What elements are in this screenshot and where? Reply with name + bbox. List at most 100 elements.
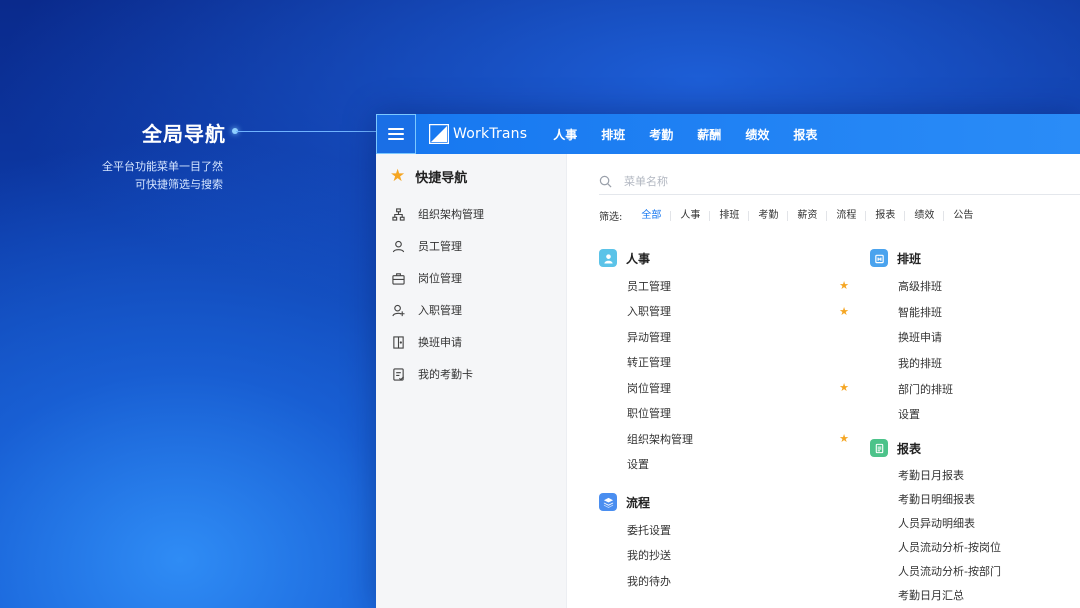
card-icon [393, 367, 405, 381]
report-doc-icon [870, 439, 888, 458]
menu-item-label: 转正管理 [627, 356, 671, 370]
sidebar-item-position[interactable]: 岗位管理 [376, 262, 566, 294]
filter-hr[interactable]: 人事 [671, 210, 711, 221]
logo-text: WorkTrans [453, 126, 528, 142]
worktrans-logo-icon [429, 124, 449, 144]
star-icon: ★ [390, 166, 406, 186]
filter-performance[interactable]: 绩效 [905, 210, 945, 221]
favorite-star-icon[interactable]: ★ [839, 381, 849, 394]
org-chart-icon [392, 207, 405, 221]
menu-item-label: 入职管理 [627, 305, 671, 319]
menu-item[interactable]: 员工管理 ★ [599, 273, 849, 299]
sidebar-item-shift-swap[interactable]: 换班申请 [376, 326, 566, 358]
sidebar-item-label: 岗位管理 [418, 272, 462, 285]
nav-payroll[interactable]: 薪酬 [697, 126, 721, 143]
door-icon [393, 335, 404, 349]
filter-process[interactable]: 流程 [827, 210, 867, 221]
search-input[interactable] [622, 173, 926, 189]
sidebar-item-label: 我的考勤卡 [418, 368, 473, 381]
group-header-hr: 人事 [599, 247, 849, 269]
menu-item-label: 考勤日明细报表 [898, 493, 975, 507]
sidebar-item-label: 员工管理 [418, 240, 462, 253]
filter-notice[interactable]: 公告 [944, 210, 982, 221]
group-header-schedule: 排班 [870, 247, 1030, 269]
person-icon [392, 240, 405, 252]
sidebar-item-label: 入职管理 [418, 304, 462, 317]
process-menu-list: 委托设置 我的抄送 我的待办 [599, 517, 849, 594]
menu-item-label: 设置 [898, 408, 920, 422]
sidebar-item-employee[interactable]: 员工管理 [376, 230, 566, 262]
nav-performance[interactable]: 绩效 [745, 126, 769, 143]
menu-item[interactable]: 高级排班 [870, 273, 1030, 299]
menu-item[interactable]: 设置 [599, 452, 849, 478]
nav-schedule[interactable]: 排班 [601, 126, 625, 143]
nav-reports[interactable]: 报表 [793, 126, 817, 143]
menu-item[interactable]: 异动管理 [599, 324, 849, 350]
top-nav: 人事 排班 考勤 薪酬 绩效 报表 [553, 126, 841, 143]
menu-item[interactable]: 考勤日月汇总 [870, 583, 1030, 607]
menu-item-label: 智能排班 [898, 305, 942, 319]
menu-item[interactable]: 考勤日明细报表 [870, 487, 1030, 511]
menu-item[interactable]: 转正管理 [599, 350, 849, 376]
menu-item[interactable]: 委托设置 [599, 517, 849, 543]
group-title: 报表 [897, 441, 922, 456]
group-title: 人事 [626, 251, 651, 266]
hr-menu-list: 员工管理 ★ 入职管理 ★ 异动管理 转正管理 岗位管理 ★ 职位管理 组织架构管理 ★… [599, 273, 849, 477]
menu-item[interactable]: 岗位管理 ★ [599, 375, 849, 401]
search-bar [599, 168, 1080, 195]
menu-item[interactable]: 人员异动明细表 [870, 511, 1030, 535]
menu-item[interactable]: 我的排班 [870, 350, 1030, 376]
filter-attendance[interactable]: 考勤 [749, 210, 789, 221]
schedule-menu-list: 高级排班 智能排班 换班申请 我的排班 部门的排班 设置 [870, 273, 1030, 427]
favorite-star-icon[interactable]: ★ [839, 279, 849, 292]
menu-item[interactable]: 人员流动分析-按岗位 [870, 535, 1030, 559]
menu-item[interactable]: 组织架构管理 ★ [599, 426, 849, 452]
global-menu-button[interactable] [376, 114, 416, 154]
menu-item[interactable]: 部门的排班 [870, 376, 1030, 402]
menu-item[interactable]: 我的待办 [599, 568, 849, 594]
sidebar-item-attendance-card[interactable]: 我的考勤卡 [376, 358, 566, 390]
menu-item-label: 我的排班 [898, 356, 942, 370]
annotation-connector-line [236, 131, 376, 132]
filter-all[interactable]: 全部 [632, 210, 672, 221]
menu-panel: 筛选: 全部 人事 排班 考勤 薪资 流程 报表 绩效 公告 人事 员工管理 ★ … [567, 154, 1080, 608]
sidebar-item-onboarding[interactable]: 入职管理 [376, 294, 566, 326]
menu-item[interactable]: 人员流动分析-按部门 [870, 559, 1030, 583]
filter-schedule[interactable]: 排班 [710, 210, 750, 221]
sidebar-item-org[interactable]: 组织架构管理 [376, 198, 566, 230]
menu-item-label: 人员流动分析-按岗位 [898, 541, 1001, 555]
menu-item[interactable]: 入职管理 ★ [599, 299, 849, 325]
layers-icon [599, 493, 617, 511]
menu-item[interactable]: 设置 [870, 401, 1030, 427]
menu-item[interactable]: 智能排班 [870, 299, 1030, 325]
filter-label: 筛选: [599, 212, 623, 223]
menu-item-label: 设置 [627, 458, 649, 472]
nav-hr[interactable]: 人事 [553, 126, 577, 143]
menu-item-label: 部门的排班 [898, 382, 953, 396]
annotation-desc-line-2: 可快捷筛选与搜索 [135, 178, 223, 191]
menu-column-right: 排班 高级排班 智能排班 换班申请 我的排班 部门的排班 设置 报表 考勤日月报… [870, 247, 1030, 607]
menu-item-label: 组织架构管理 [627, 432, 693, 446]
menu-item[interactable]: 考勤日月报表 [870, 463, 1030, 487]
menu-item-label: 换班申请 [898, 331, 942, 345]
menu-item[interactable]: 我的抄送 [599, 543, 849, 569]
group-header-reports: 报表 [870, 437, 1030, 459]
menu-item-label: 异动管理 [627, 330, 671, 344]
menu-item[interactable]: 换班申请 [870, 324, 1030, 350]
group-header-process: 流程 [599, 491, 849, 513]
menu-item-label: 人员流动分析-按部门 [898, 565, 1001, 579]
group-title: 流程 [626, 495, 651, 510]
menu-item[interactable]: 职位管理 [599, 401, 849, 427]
menu-column-left: 人事 员工管理 ★ 入职管理 ★ 异动管理 转正管理 岗位管理 ★ 职位管理 组织架构… [599, 247, 849, 594]
app-logo[interactable]: WorkTrans [429, 124, 527, 144]
calendar-icon [870, 249, 888, 267]
menu-item-label: 职位管理 [627, 407, 671, 421]
annotation-desc-line-1: 全平台功能菜单一目了然 [102, 160, 223, 173]
nav-attendance[interactable]: 考勤 [649, 126, 673, 143]
sidebar-item-label: 组织架构管理 [418, 208, 484, 221]
menu-item-label: 岗位管理 [627, 381, 671, 395]
favorite-star-icon[interactable]: ★ [839, 432, 849, 445]
filter-reports[interactable]: 报表 [866, 210, 906, 221]
favorite-star-icon[interactable]: ★ [839, 305, 849, 318]
filter-salary[interactable]: 薪资 [788, 210, 828, 221]
